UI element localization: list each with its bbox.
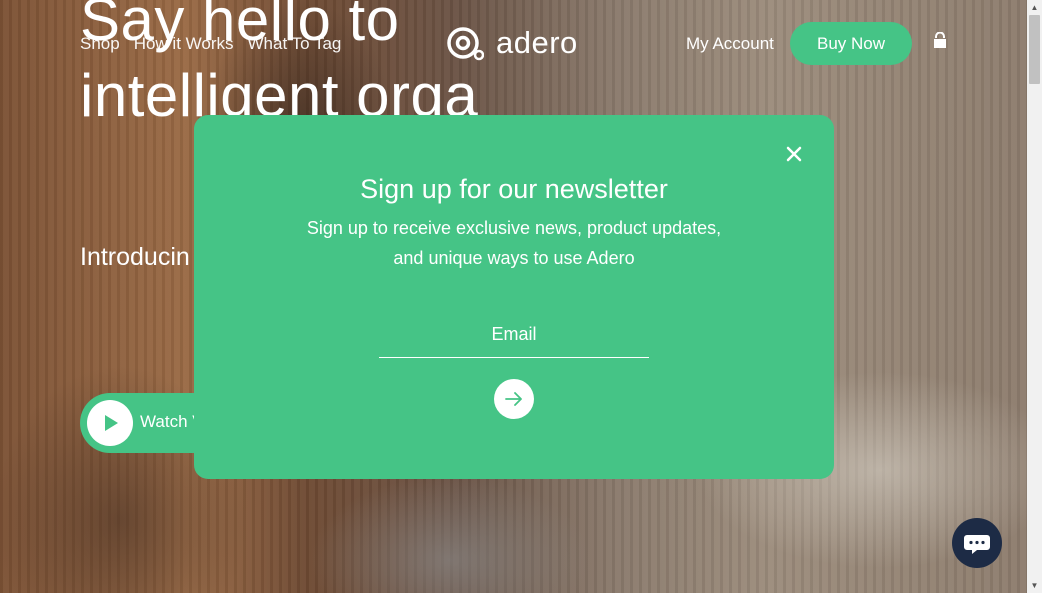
nav-how-it-works[interactable]: How it Works — [134, 34, 234, 54]
nav-what-to-tag[interactable]: What To Tag — [248, 34, 342, 54]
play-icon — [87, 400, 133, 446]
newsletter-title: Sign up for our newsletter — [360, 174, 668, 204]
buy-now-button[interactable]: Buy Now — [790, 22, 912, 65]
main-nav: Shop How it Works What To Tag — [80, 34, 341, 54]
nav-shop[interactable]: Shop — [80, 34, 120, 54]
cart-icon[interactable] — [931, 31, 949, 50]
submit-button[interactable] — [494, 379, 534, 419]
logo-text: adero — [496, 25, 578, 60]
scroll-thumb[interactable] — [1029, 15, 1040, 84]
arrow-right-icon — [494, 392, 534, 422]
newsletter-modal: Sign up for our newsletter Sign up to re… — [194, 115, 834, 479]
scroll-down-arrow[interactable]: ▼ — [1027, 578, 1042, 593]
newsletter-subtitle: Sign up to receive exclusive news, produ… — [306, 218, 722, 268]
site-logo[interactable]: adero — [446, 23, 578, 63]
close-icon[interactable] — [784, 143, 804, 165]
vertical-scrollbar[interactable]: ▲ ▼ — [1027, 0, 1042, 593]
logo-icon — [446, 24, 485, 62]
scroll-up-arrow[interactable]: ▲ — [1027, 0, 1042, 15]
my-account-link[interactable]: My Account — [686, 34, 774, 54]
chat-button[interactable] — [952, 518, 1002, 568]
chat-icon — [952, 535, 1002, 571]
email-field[interactable] — [379, 311, 649, 358]
hero-headline: Say hello to intelligent orga — [80, 0, 479, 129]
